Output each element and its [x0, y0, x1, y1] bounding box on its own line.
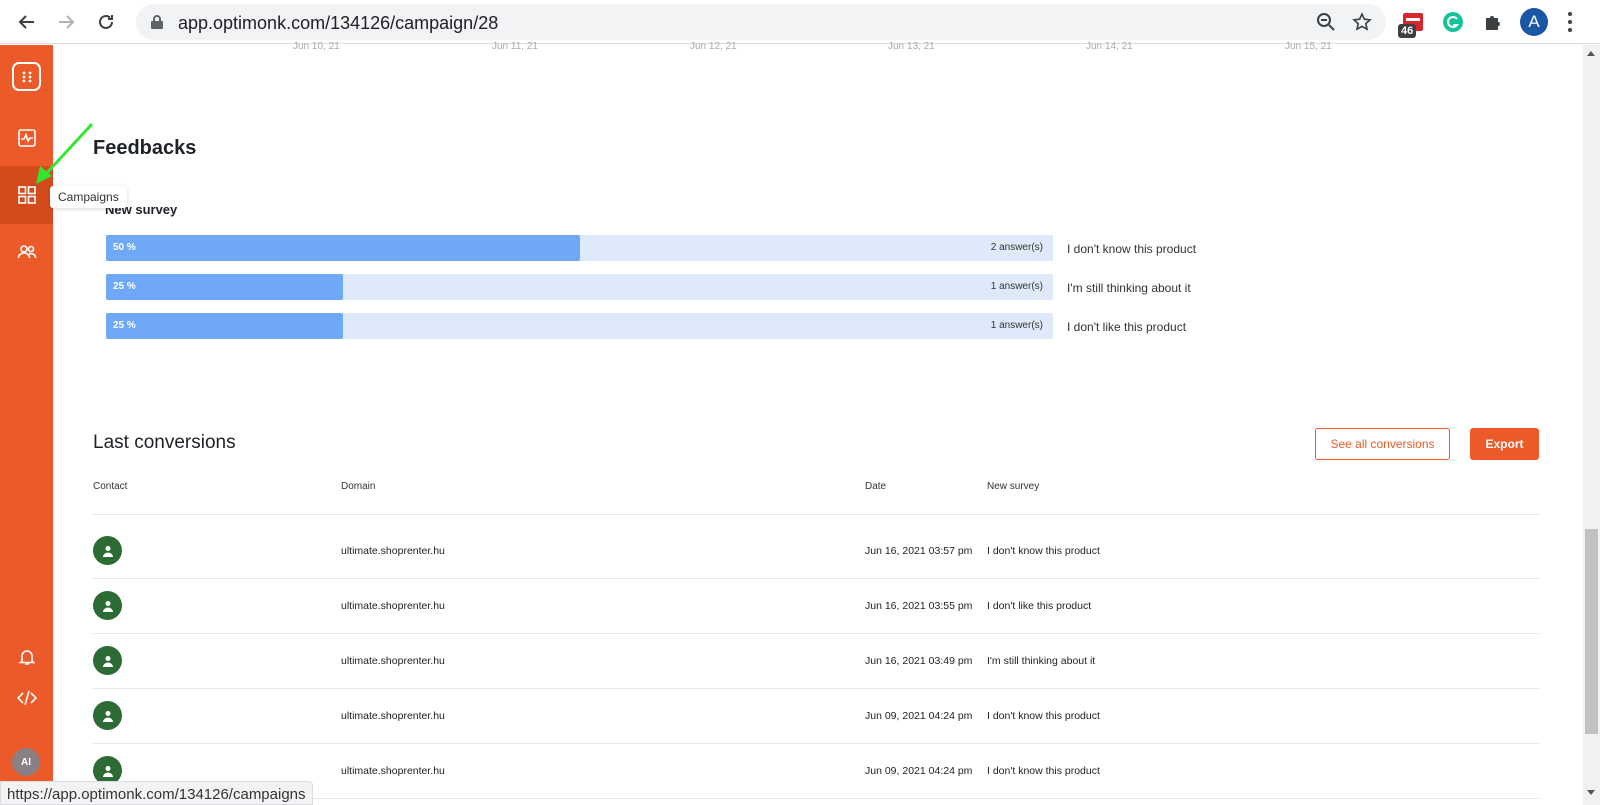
grammarly-icon[interactable] — [1440, 9, 1466, 35]
contact-avatar-icon — [93, 701, 122, 730]
feedback-option-label: I don't like this product — [1067, 320, 1187, 334]
last-conversions-heading: Last conversions — [93, 432, 236, 453]
feedback-bar: 50 % 2 answer(s) — [106, 235, 1053, 261]
scrollbar-thumb[interactable] — [1585, 529, 1598, 734]
axis-tick-label: Jun 11, 21 — [492, 41, 538, 52]
back-button[interactable] — [13, 8, 41, 36]
optimonk-logo-icon[interactable] — [12, 62, 41, 91]
main-content: Jun 10, 21 Jun 11, 21 Jun 12, 21 Jun 13,… — [53, 41, 1583, 805]
feedback-answer-count: 2 answer(s) — [990, 242, 1043, 253]
table-row[interactable]: ultimate.shoprenter.hu Jun 16, 2021 03:4… — [93, 633, 1539, 689]
url-text: app.optimonk.com/134126/campaign/28 — [178, 13, 499, 33]
bookmark-star-icon[interactable] — [1352, 12, 1372, 32]
row-answer: I don't know this product — [987, 545, 1100, 557]
row-date: Jun 16, 2021 03:49 pm — [865, 655, 973, 667]
bell-icon — [18, 650, 35, 665]
feedbacks-heading: Feedbacks — [93, 137, 197, 159]
forward-button[interactable] — [52, 8, 80, 36]
address-bar[interactable]: app.optimonk.com/134126/campaign/28 — [136, 4, 1386, 40]
table-row[interactable]: ultimate.shoprenter.hu Jun 16, 2021 03:5… — [93, 578, 1539, 634]
feedback-bar-fill — [106, 235, 580, 261]
scroll-up-arrow-icon[interactable] — [1587, 51, 1595, 56]
reload-icon — [99, 14, 113, 29]
table-header-divider — [93, 514, 1539, 515]
feedback-percent: 25 % — [113, 320, 136, 331]
see-all-conversions-button[interactable]: See all conversions — [1315, 428, 1450, 460]
feedback-option-label: I'm still thinking about it — [1067, 281, 1191, 295]
column-header-domain: Domain — [341, 481, 376, 492]
feedback-bar-fill — [106, 274, 343, 300]
browser-toolbar: app.optimonk.com/134126/campaign/28 46 A — [0, 0, 1600, 44]
axis-tick-label: Jun 12, 21 — [690, 41, 737, 52]
row-answer: I don't know this product — [987, 710, 1100, 722]
axis-tick-label: Jun 15, 21 — [1285, 41, 1332, 52]
sidebar-item-code[interactable] — [0, 669, 53, 727]
code-icon — [16, 690, 37, 706]
extensions-puzzle-icon[interactable] — [1480, 9, 1506, 35]
row-answer: I don't like this product — [987, 600, 1092, 612]
chart-date-axis: Jun 10, 21 Jun 11, 21 Jun 12, 21 Jun 13,… — [53, 41, 1583, 53]
axis-tick-label: Jun 13, 21 — [888, 41, 935, 52]
feedback-option-label: I don't know this product — [1067, 242, 1197, 256]
feedback-bar: 25 % 1 answer(s) — [106, 274, 1053, 300]
export-button[interactable]: Export — [1470, 428, 1539, 460]
sidebar-item-subscribers[interactable] — [0, 223, 53, 281]
feedback-answer-count: 1 answer(s) — [990, 281, 1043, 292]
profile-avatar[interactable]: A — [1520, 8, 1548, 36]
row-domain: ultimate.shoprenter.hu — [341, 600, 445, 612]
user-avatar[interactable]: AI — [12, 748, 40, 776]
row-answer: I'm still thinking about it — [987, 655, 1096, 667]
zoom-out-icon[interactable] — [1316, 12, 1336, 32]
users-icon — [17, 245, 36, 259]
forward-arrow-icon — [59, 15, 75, 29]
feedback-percent: 50 % — [113, 242, 136, 253]
row-domain: ultimate.shoprenter.hu — [341, 545, 445, 557]
feedback-bar-fill — [106, 313, 343, 339]
column-header-contact: Contact — [93, 481, 128, 492]
column-header-survey: New survey — [987, 481, 1040, 492]
row-date: Jun 16, 2021 03:57 pm — [865, 545, 973, 557]
axis-tick-label: Jun 10, 21 — [293, 41, 340, 52]
annotation-arrow-icon — [36, 122, 94, 184]
feedback-percent: 25 % — [113, 281, 136, 292]
feedback-answer-count: 1 answer(s) — [990, 320, 1043, 331]
row-domain: ultimate.shoprenter.hu — [341, 765, 445, 777]
column-header-date: Date — [865, 481, 887, 492]
row-date: Jun 16, 2021 03:55 pm — [865, 600, 973, 612]
row-date: Jun 09, 2021 04:24 pm — [865, 710, 973, 722]
extension-badge: 46 — [1398, 24, 1417, 38]
scroll-down-arrow-icon[interactable] — [1587, 790, 1595, 795]
link-status-bar: https://app.optimonk.com/134126/campaign… — [0, 781, 313, 805]
row-domain: ultimate.shoprenter.hu — [341, 655, 445, 667]
row-answer: I don't know this product — [987, 765, 1100, 777]
axis-tick-label: Jun 14, 21 — [1086, 41, 1133, 52]
feedback-bar: 25 % 1 answer(s) — [106, 313, 1053, 339]
contact-avatar-icon — [93, 536, 122, 565]
table-row[interactable]: ultimate.shoprenter.hu Jun 16, 2021 03:5… — [93, 523, 1539, 579]
row-date: Jun 09, 2021 04:24 pm — [865, 765, 973, 777]
browser-menu-icon[interactable] — [1562, 10, 1578, 34]
contact-avatar-icon — [93, 646, 122, 675]
page-scrollbar[interactable] — [1583, 45, 1600, 805]
table-row[interactable]: ultimate.shoprenter.hu Jun 09, 2021 04:2… — [93, 688, 1539, 744]
contact-avatar-icon — [93, 591, 122, 620]
row-domain: ultimate.shoprenter.hu — [341, 710, 445, 722]
lock-icon — [151, 15, 163, 29]
reload-button[interactable] — [92, 8, 120, 36]
back-arrow-icon — [18, 15, 34, 29]
